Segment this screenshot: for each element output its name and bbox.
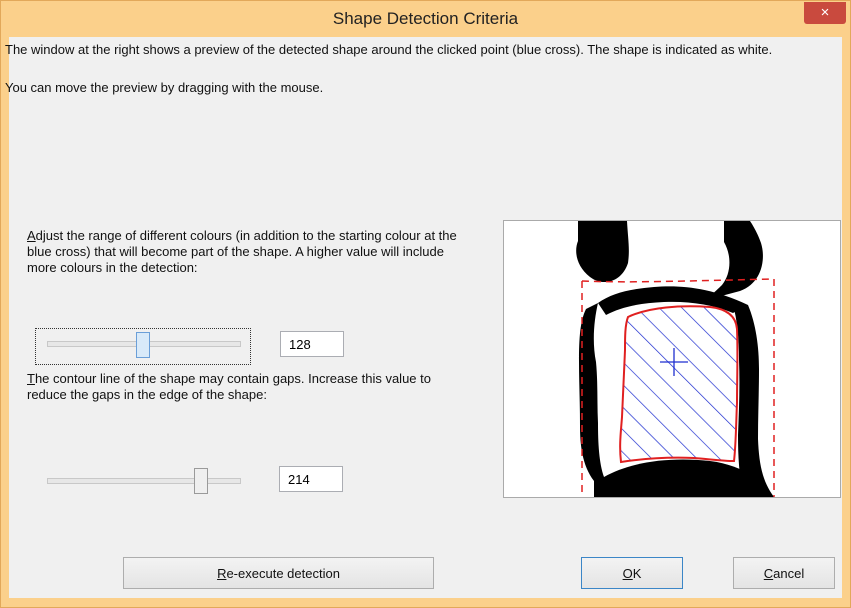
gap-tolerance-mnemonic: T — [27, 371, 35, 386]
intro-text-2: You can move the preview by dragging wit… — [5, 80, 324, 95]
dialog-title: Shape Detection Criteria — [332, 9, 519, 28]
colour-range-value[interactable]: 128 — [280, 331, 344, 357]
shape-preview-canvas[interactable] — [504, 221, 840, 497]
reexecute-label: e-execute detection — [226, 566, 340, 581]
cancel-button[interactable]: Cancel — [733, 557, 835, 589]
gap-tolerance-value[interactable]: 214 — [279, 466, 343, 492]
colour-range-mnemonic: A — [27, 228, 36, 243]
colour-range-thumb[interactable] — [136, 332, 150, 358]
colour-range-label-text: djust the range of different colours (in… — [27, 228, 457, 275]
shape-preview[interactable] — [503, 220, 841, 498]
dialog-window: Shape Detection Criteria × The window at… — [0, 0, 851, 608]
ok-label: K — [632, 566, 642, 581]
gap-tolerance-thumb[interactable] — [194, 468, 208, 494]
ok-button[interactable]: OK — [581, 557, 683, 589]
ok-mnemonic: O — [622, 566, 633, 581]
intro-text-1: The window at the right shows a preview … — [5, 42, 773, 57]
gap-tolerance-track[interactable] — [47, 478, 241, 484]
close-button[interactable]: × — [804, 2, 846, 24]
cancel-label: ancel — [773, 566, 805, 581]
gap-tolerance-label: The contour line of the shape may contai… — [27, 371, 457, 403]
detected-shape — [619, 305, 739, 464]
title-bar[interactable]: Shape Detection Criteria × — [1, 1, 850, 37]
colour-range-label: Adjust the range of different colours (i… — [27, 228, 457, 276]
close-icon: × — [820, 4, 830, 21]
reexecute-detection-button[interactable]: Re-execute detection — [123, 557, 434, 589]
cancel-mnemonic: C — [763, 566, 774, 581]
gap-tolerance-label-text: he contour line of the shape may contain… — [27, 371, 431, 402]
